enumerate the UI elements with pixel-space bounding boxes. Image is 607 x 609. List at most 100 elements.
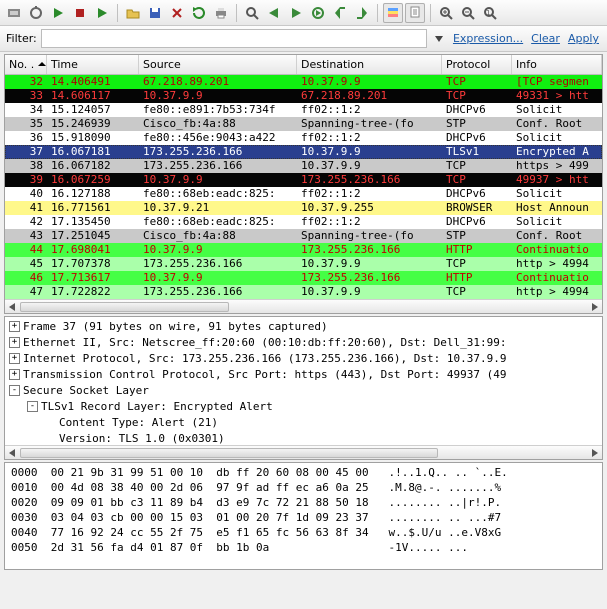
cell-time: 15.246939: [47, 117, 139, 131]
packet-row[interactable]: 3314.60611710.37.9.967.218.89.201TCP4933…: [5, 89, 602, 103]
go-back-icon[interactable]: [264, 3, 284, 23]
tree-node[interactable]: +Ethernet II, Src: Netscree_ff:20:60 (00…: [9, 335, 598, 351]
cell-no: 34: [5, 103, 47, 117]
col-destination[interactable]: Destination: [297, 55, 442, 74]
colorize-icon[interactable]: [383, 3, 403, 23]
open-icon[interactable]: [123, 3, 143, 23]
interfaces-icon[interactable]: [4, 3, 24, 23]
packet-row[interactable]: 4517.707378173.255.236.16610.37.9.9TCPht…: [5, 257, 602, 271]
hex-dump[interactable]: 0000 00 21 9b 31 99 51 00 10 db ff 20 60…: [5, 463, 602, 557]
col-info[interactable]: Info: [512, 55, 602, 74]
cell-info: Continuatio: [512, 243, 602, 257]
packet-row[interactable]: 4617.71361710.37.9.9173.255.236.166HTTPC…: [5, 271, 602, 285]
capture-stop-icon[interactable]: [70, 3, 90, 23]
scroll-right-icon[interactable]: [588, 300, 602, 314]
hscroll-thumb[interactable]: [20, 302, 229, 312]
packet-row[interactable]: 3716.067181173.255.236.16610.37.9.9TLSv1…: [5, 145, 602, 159]
go-first-icon[interactable]: [330, 3, 350, 23]
packet-list-body[interactable]: 3214.40649167.218.89.20110.37.9.9TCP[TCP…: [5, 75, 602, 299]
zoom-reset-icon[interactable]: 1: [480, 3, 500, 23]
packet-row[interactable]: 4317.251045Cisco_fb:4a:88Spanning-tree-(…: [5, 229, 602, 243]
tree-node[interactable]: Content Type: Alert (21): [9, 415, 598, 431]
hscroll-thumb[interactable]: [20, 448, 438, 458]
scroll-left-icon[interactable]: [5, 300, 19, 314]
cell-dst: ff02::1:2: [297, 103, 442, 117]
tree-node[interactable]: +Internet Protocol, Src: 173.255.236.166…: [9, 351, 598, 367]
expand-icon[interactable]: +: [9, 321, 20, 332]
packet-list-header: No. . Time Source Destination Protocol I…: [5, 55, 602, 75]
close-icon[interactable]: [167, 3, 187, 23]
details-hscrollbar[interactable]: [5, 445, 602, 459]
col-no[interactable]: No. .: [5, 55, 47, 74]
go-last-icon[interactable]: [352, 3, 372, 23]
capture-restart-icon[interactable]: [92, 3, 112, 23]
cell-time: 17.135450: [47, 215, 139, 229]
tree-node[interactable]: Version: TLS 1.0 (0x0301): [9, 431, 598, 445]
filter-input[interactable]: [41, 29, 427, 48]
col-source[interactable]: Source: [139, 55, 297, 74]
scroll-right-icon[interactable]: [588, 446, 602, 460]
print-icon[interactable]: [211, 3, 231, 23]
packet-row[interactable]: 3214.40649167.218.89.20110.37.9.9TCP[TCP…: [5, 75, 602, 89]
collapse-icon[interactable]: -: [27, 401, 38, 412]
tree-node[interactable]: -Secure Socket Layer: [9, 383, 598, 399]
expression-button[interactable]: Expression...: [451, 32, 525, 45]
cell-info: http > 4994: [512, 257, 602, 271]
packet-row[interactable]: 3816.067182173.255.236.16610.37.9.9TCPht…: [5, 159, 602, 173]
packet-row[interactable]: 3916.06725910.37.9.9173.255.236.166TCP49…: [5, 173, 602, 187]
tree-node[interactable]: -TLSv1 Record Layer: Encrypted Alert: [9, 399, 598, 415]
expand-icon[interactable]: +: [9, 337, 20, 348]
packet-list-hscrollbar[interactable]: [5, 299, 602, 313]
cell-info: Encrypted A: [512, 145, 602, 159]
scroll-left-icon[interactable]: [5, 446, 19, 460]
cell-dst: 10.37.9.9: [297, 285, 442, 299]
zoom-in-icon[interactable]: [436, 3, 456, 23]
clear-button[interactable]: Clear: [529, 32, 562, 45]
cell-time: 16.127188: [47, 187, 139, 201]
capture-options-icon[interactable]: [26, 3, 46, 23]
expand-icon[interactable]: +: [9, 353, 20, 364]
autoscroll-icon[interactable]: [405, 3, 425, 23]
svg-text:1: 1: [486, 9, 490, 17]
save-icon[interactable]: [145, 3, 165, 23]
col-protocol[interactable]: Protocol: [442, 55, 512, 74]
cell-dst: 173.255.236.166: [297, 173, 442, 187]
cell-time: 15.918090: [47, 131, 139, 145]
find-icon[interactable]: [242, 3, 262, 23]
apply-button[interactable]: Apply: [566, 32, 601, 45]
go-forward-icon[interactable]: [286, 3, 306, 23]
packet-row[interactable]: 4217.135450fe80::68eb:eadc:825:ff02::1:2…: [5, 215, 602, 229]
expand-icon[interactable]: +: [9, 369, 20, 380]
cell-src: Cisco_fb:4a:88: [139, 117, 297, 131]
packet-row[interactable]: 4116.77156110.37.9.2110.37.9.255BROWSERH…: [5, 201, 602, 215]
packet-row[interactable]: 3615.918090fe80::456e:9043:a422ff02::1:2…: [5, 131, 602, 145]
goto-icon[interactable]: [308, 3, 328, 23]
packet-row[interactable]: 3515.246939Cisco_fb:4a:88Spanning-tree-(…: [5, 117, 602, 131]
collapse-icon[interactable]: -: [9, 385, 20, 396]
reload-icon[interactable]: [189, 3, 209, 23]
cell-no: 45: [5, 257, 47, 271]
zoom-out-icon[interactable]: [458, 3, 478, 23]
tree-node[interactable]: +Frame 37 (91 bytes on wire, 91 bytes ca…: [9, 319, 598, 335]
cell-no: 35: [5, 117, 47, 131]
cell-proto: TCP: [442, 257, 512, 271]
capture-start-icon[interactable]: [48, 3, 68, 23]
cell-proto: BROWSER: [442, 201, 512, 215]
cell-no: 33: [5, 89, 47, 103]
packet-row[interactable]: 4016.127188fe80::68eb:eadc:825:ff02::1:2…: [5, 187, 602, 201]
packet-row[interactable]: 3415.124057fe80::e891:7b53:734fff02::1:2…: [5, 103, 602, 117]
cell-no: 32: [5, 75, 47, 89]
packet-row[interactable]: 4417.69804110.37.9.9173.255.236.166HTTPC…: [5, 243, 602, 257]
packet-details-tree[interactable]: +Frame 37 (91 bytes on wire, 91 bytes ca…: [5, 317, 602, 445]
cell-dst: ff02::1:2: [297, 215, 442, 229]
packet-list-pane: No. . Time Source Destination Protocol I…: [4, 54, 603, 314]
cell-info: Conf. Root: [512, 117, 602, 131]
tree-node-label: Secure Socket Layer: [23, 383, 149, 399]
filter-dropdown-icon[interactable]: [431, 29, 447, 48]
tree-node[interactable]: +Transmission Control Protocol, Src Port…: [9, 367, 598, 383]
cell-info: https > 499: [512, 159, 602, 173]
col-time[interactable]: Time: [47, 55, 139, 74]
cell-src: 10.37.9.9: [139, 173, 297, 187]
display-filter-bar: Filter: Expression... Clear Apply: [0, 26, 607, 52]
packet-row[interactable]: 4717.722822173.255.236.16610.37.9.9TCPht…: [5, 285, 602, 299]
